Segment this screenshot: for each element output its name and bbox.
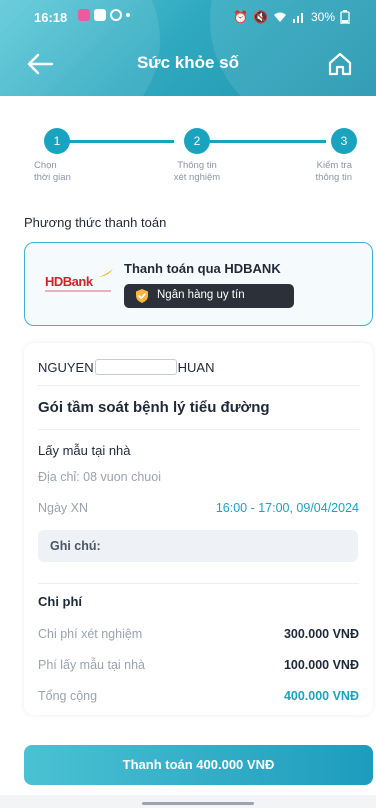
test-cost-label: Chi phí xét nghiệm	[38, 627, 143, 641]
step-3-label: Kiểm tra thông tin	[315, 160, 352, 183]
payment-option-label: Thanh toán qua HDBANK	[124, 261, 281, 276]
alarm-icon: ⏰	[233, 10, 249, 24]
divider	[38, 429, 359, 430]
collection-type: Lấy mẫu tại nhà	[38, 443, 131, 458]
test-date-label: Ngày XN	[38, 501, 89, 515]
messenger-notification-icon	[110, 9, 122, 21]
battery-icon	[340, 10, 350, 24]
hdbank-logo: HDBank	[45, 269, 115, 299]
payment-option-hdbank[interactable]: HDBank Thanh toán qua HDBANK Ngân hàng u…	[24, 242, 373, 326]
mute-icon: 🔇	[253, 10, 268, 24]
home-collection-fee-label: Phí lấy mẫu tại nhà	[38, 658, 146, 672]
patient-name-last: HUAN	[177, 359, 215, 375]
note-label: Ghi chú:	[50, 539, 101, 553]
divider	[38, 583, 359, 584]
title-bar: Sức khỏe số	[0, 44, 376, 84]
app-header: 16:18 ⏰ 🔇 30% Sức khỏe số	[0, 0, 376, 96]
patient-name-first: NGUYEN	[38, 359, 94, 375]
step-connector	[62, 140, 174, 143]
status-time: 16:18	[34, 10, 68, 25]
pay-button[interactable]: Thanh toán 400.000 VNĐ	[24, 745, 373, 785]
system-status: ⏰ 🔇 30%	[233, 10, 350, 24]
status-bar: 16:18 ⏰ 🔇 30%	[0, 0, 376, 34]
step-3-circle: 3	[331, 128, 357, 154]
more-notifications-icon	[126, 13, 130, 17]
app-notification-icon	[78, 9, 90, 21]
gallery-notification-icon	[94, 9, 106, 21]
step-1-label: Chọn thời gian	[34, 160, 71, 183]
note-field[interactable]: Ghi chú:	[38, 530, 358, 562]
notification-icons	[78, 9, 130, 21]
home-icon[interactable]	[326, 50, 354, 78]
patient-name: NGUYEN HUAN	[38, 359, 214, 375]
total-value: 400.000 VNĐ	[283, 689, 359, 703]
hdbank-star-icon	[99, 269, 113, 277]
collection-address: Địa chỉ: 08 vuon chuoi	[38, 470, 161, 484]
step-2-label: Thông tin xét nghiệm	[173, 160, 221, 183]
step-2-circle: 2	[184, 128, 210, 154]
page-title: Sức khỏe số	[136, 53, 240, 72]
home-indicator[interactable]	[142, 802, 254, 805]
shield-check-icon	[136, 289, 148, 303]
trusted-bank-text: Ngân hàng uy tín	[157, 289, 245, 301]
hdbank-logo-text: HDBank	[45, 274, 93, 289]
package-name: Gói tầm soát bệnh lý tiểu đường	[38, 399, 270, 416]
patient-name-redacted	[94, 359, 177, 375]
signal-icon	[292, 13, 303, 23]
hdbank-tagline-line	[45, 290, 111, 292]
home-collection-fee-value: 100.000 VNĐ	[283, 658, 359, 672]
test-cost-value: 300.000 VNĐ	[283, 627, 359, 641]
cost-heading: Chi phí	[38, 594, 83, 609]
step-1-circle: 1	[44, 128, 70, 154]
trusted-bank-badge: Ngân hàng uy tín	[124, 284, 294, 308]
progress-stepper: 1 2 3 Chọn thời gian Thông tin xét nghiệ…	[0, 128, 376, 198]
wifi-icon	[273, 12, 286, 22]
booking-summary-card: NGUYEN HUAN Gói tầm soát bệnh lý tiểu đư…	[24, 343, 373, 715]
payment-method-heading: Phương thức thanh toán	[24, 215, 167, 230]
divider	[38, 385, 359, 386]
step-connector	[210, 140, 326, 143]
battery-percent: 30%	[310, 10, 335, 24]
total-label: Tổng cộng	[38, 689, 98, 703]
test-date-value: 16:00 - 17:00, 09/04/2024	[215, 501, 359, 515]
